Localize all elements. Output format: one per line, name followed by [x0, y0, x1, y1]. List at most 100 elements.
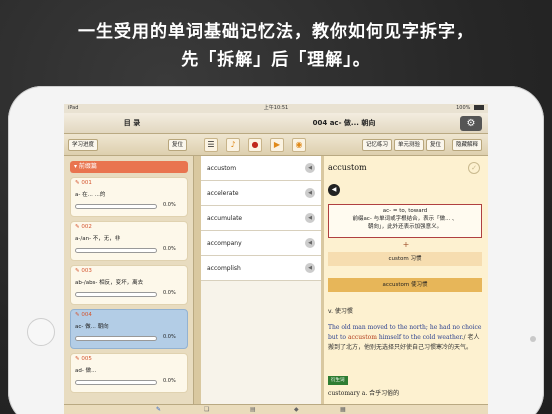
- reset-button-2[interactable]: 复位: [426, 139, 446, 151]
- bottom-tab-bar: ✎ ❏ ▤ ◆ ▦: [64, 404, 488, 414]
- unit-item[interactable]: ✎ 002 a-/an- 不，无，非 0.0%: [70, 221, 188, 261]
- battery-icon: [474, 105, 484, 110]
- battery-indicator: 100%: [456, 104, 484, 113]
- word-text: accompany: [207, 240, 242, 247]
- contents-title: 目 录: [123, 119, 141, 127]
- headline-line-2: 先「拆解」后「理解」。: [181, 50, 371, 70]
- camera-dot: [530, 336, 536, 342]
- check-icon[interactable]: ✓: [468, 162, 480, 174]
- app-screen: iPad 上午10:51 100% 目 录 004 ac- 做... 朝向 ⚙ …: [64, 104, 488, 414]
- clock: 上午10:51: [263, 105, 289, 111]
- speaker-icon[interactable]: ◀: [305, 213, 315, 223]
- unit-number: ✎ 005: [75, 356, 92, 362]
- unit-item[interactable]: ✎ 005 ad- 做... 0.0%: [70, 353, 188, 393]
- word-text: accelerate: [207, 190, 239, 197]
- example-sentence: The old man moved to the north; he had n…: [328, 323, 482, 353]
- status-bar: iPad 上午10:51 100%: [64, 104, 488, 113]
- record-icon[interactable]: ●: [248, 138, 262, 152]
- word-detail-panel: accustom ✓ ◀ ac- = to, toward 前缀ac- 与单词或…: [324, 156, 488, 414]
- unit-number-text: 001: [81, 180, 92, 186]
- word-row[interactable]: accomplish ◀: [201, 256, 321, 281]
- recording-icon[interactable]: ◉: [292, 138, 306, 152]
- unit-number-text: 002: [81, 224, 92, 230]
- section-header-label: 前缀篇: [78, 163, 97, 170]
- word-row[interactable]: accelerate ◀: [201, 181, 321, 206]
- speaker-icon[interactable]: ◀: [328, 184, 340, 196]
- word-row[interactable]: accustom ◀: [201, 156, 321, 181]
- root-meaning: custom 习惯: [328, 252, 482, 266]
- navigation-bar: 目 录 004 ac- 做... 朝向 ⚙: [64, 113, 488, 134]
- word-text: accomplish: [207, 265, 241, 272]
- word-text: accustom: [207, 165, 237, 172]
- result-meaning: accustom 使习惯: [328, 278, 482, 292]
- root-line-3: 朝向」，此外还表示加强意义。: [367, 224, 443, 230]
- unit-number: ✎ 002: [75, 224, 92, 230]
- part-of-speech: v. 使习惯: [328, 308, 353, 315]
- memory-practice-button[interactable]: 记忆练习: [362, 139, 393, 151]
- progress-bar: [75, 204, 157, 209]
- unit-desc: ac- 做... 朝向: [75, 324, 109, 330]
- progress-bar: [75, 380, 157, 385]
- root-explanation: ac- = to, toward 前缀ac- 与单词或字根结合，表示「做... …: [328, 204, 482, 238]
- detail-word: accustom: [328, 163, 367, 172]
- unit-title: 004 ac- 做... 朝向: [312, 119, 376, 127]
- play-icon[interactable]: ▶: [270, 138, 284, 152]
- progress-percent: 0.0%: [163, 378, 176, 384]
- derived-tag: 衍生词: [328, 376, 348, 385]
- toolbar: 学习进度 复位 ☰ ♪ ● ▶ ◉ 记忆练习 单元测验 复位 隐藏解释: [64, 134, 488, 156]
- speaker-icon[interactable]: ◀: [305, 163, 315, 173]
- unit-number: ✎ 003: [75, 268, 92, 274]
- unit-test-button[interactable]: 单元测验: [394, 139, 425, 151]
- promo-headline: 一生受用的单词基础记忆法，教你如何见字拆字， 先「拆解」后「理解」。: [0, 18, 552, 74]
- derived-word: customary a. 合乎习俗的: [328, 390, 400, 397]
- progress-percent: 0.0%: [163, 202, 176, 208]
- unit-desc: ad- 做...: [75, 368, 97, 374]
- pencil-icon[interactable]: ✎: [156, 406, 161, 413]
- progress-percent: 0.0%: [163, 246, 176, 252]
- home-button[interactable]: [27, 318, 55, 346]
- unit-item[interactable]: ✎ 001 a- 在... ...的 0.0%: [70, 177, 188, 217]
- book-icon[interactable]: ▤: [250, 406, 256, 413]
- progress-bar: [75, 248, 157, 253]
- word-row[interactable]: accumulate ◀: [201, 206, 321, 231]
- root-line-2: 前缀ac- 与单词或字根结合，表示「做... 、: [352, 216, 458, 222]
- unit-list-panel: ▾ 前缀篇 ✎ 001 a- 在... ...的 0.0% ✎ 002 a-/a…: [64, 156, 194, 414]
- progress-percent: 0.0%: [163, 334, 176, 340]
- unit-number-text: 005: [81, 356, 92, 362]
- battery-percent: 100%: [456, 105, 471, 111]
- gear-icon: ⚙: [466, 118, 476, 129]
- word-list-panel: accustom ◀ accelerate ◀ accumulate ◀ acc…: [201, 156, 321, 414]
- root-line-1: ac- = to, toward: [382, 208, 428, 214]
- unit-number: ✎ 001: [75, 180, 92, 186]
- speaker-icon[interactable]: ◀: [305, 238, 315, 248]
- section-header[interactable]: ▾ 前缀篇: [70, 161, 188, 173]
- progress-percent: 0.0%: [163, 290, 176, 296]
- unit-desc: a- 在... ...的: [75, 192, 106, 198]
- unit-desc: ab-/abs- 相反，变坏，离去: [75, 280, 144, 286]
- unit-number: ✎ 004: [75, 312, 92, 318]
- speaker-icon[interactable]: ◀: [305, 188, 315, 198]
- unit-desc: a-/an- 不，无，非: [75, 236, 121, 242]
- headline-line-1: 一生受用的单词基础记忆法，教你如何见字拆字，: [78, 22, 474, 42]
- tag-icon[interactable]: ◆: [294, 406, 299, 413]
- settings-button[interactable]: ⚙: [460, 116, 482, 131]
- progress-button[interactable]: 学习进度: [68, 139, 99, 151]
- unit-number-text: 003: [81, 268, 92, 274]
- hide-explanation-button[interactable]: 隐藏解释: [452, 139, 483, 151]
- reset-button[interactable]: 复位: [168, 139, 188, 151]
- unit-number-text: 004: [81, 312, 92, 318]
- example-highlight: accustom: [347, 334, 377, 341]
- notes-icon[interactable]: ▦: [340, 406, 346, 413]
- stack-icon[interactable]: ❏: [204, 406, 209, 413]
- progress-bar: [75, 292, 157, 297]
- unit-item[interactable]: ✎ 003 ab-/abs- 相反，变坏，离去 0.0%: [70, 265, 188, 305]
- volume-icon[interactable]: ♪: [226, 138, 240, 152]
- unit-item-selected[interactable]: ✎ 004 ac- 做... 朝向 0.0%: [70, 309, 188, 349]
- progress-bar: [75, 336, 157, 341]
- example-part-b: himself to the cold weather.: [376, 334, 464, 341]
- word-text: accumulate: [207, 215, 243, 222]
- list-icon[interactable]: ☰: [204, 138, 218, 152]
- speaker-icon[interactable]: ◀: [305, 263, 315, 273]
- word-row[interactable]: accompany ◀: [201, 231, 321, 256]
- plus-sign: +: [402, 240, 410, 249]
